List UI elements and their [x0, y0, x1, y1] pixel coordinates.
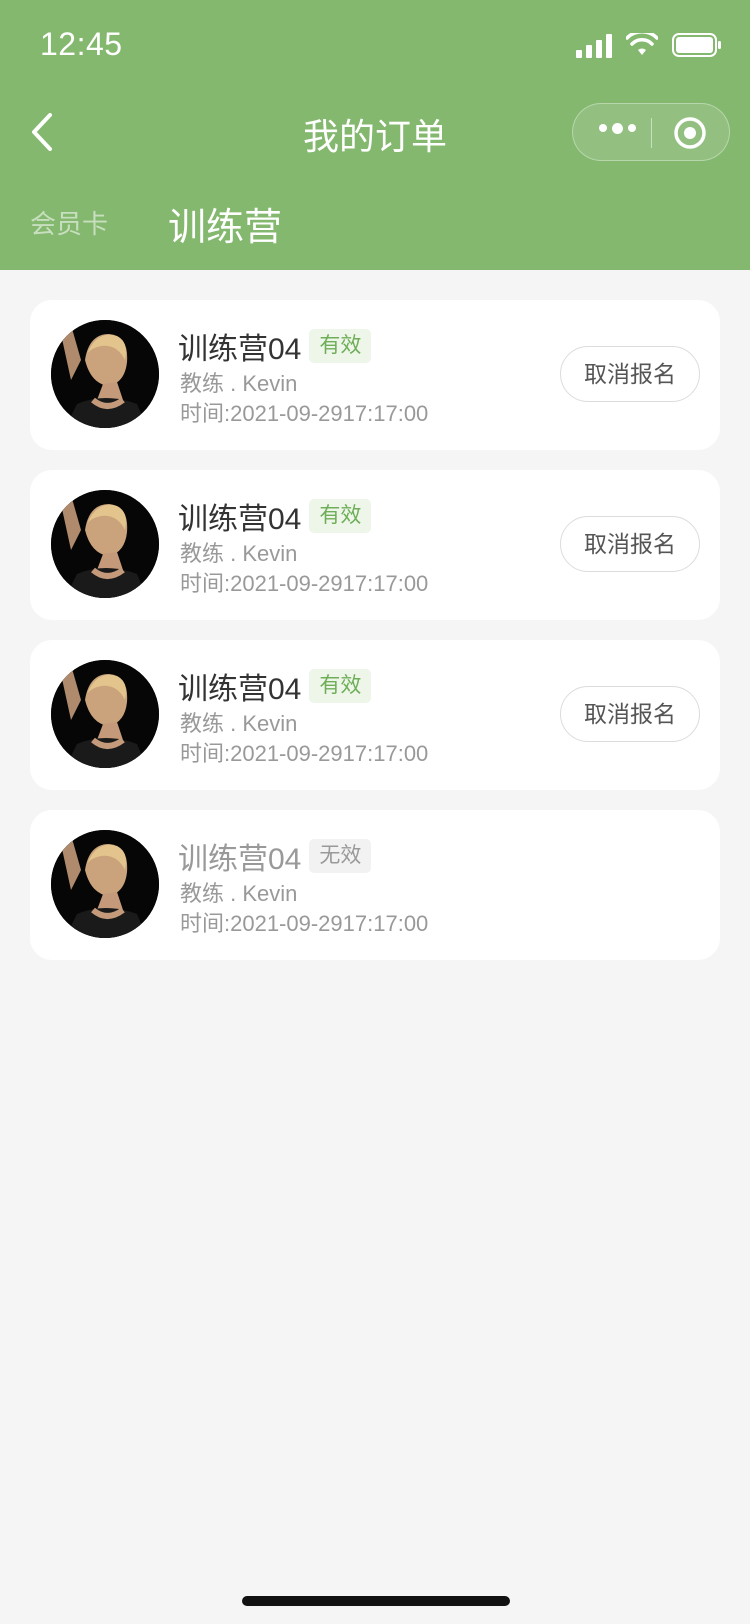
tab-member-card[interactable]: 会员卡: [30, 204, 108, 241]
coach-name: 教练 . Kevin: [180, 541, 298, 566]
tab-training-camp[interactable]: 训练营: [168, 196, 282, 251]
status-badge: 有效: [309, 329, 372, 363]
order-title: 训练营04: [178, 843, 302, 876]
order-title-row: 训练营04 有效: [178, 494, 372, 538]
status-badge: 有效: [309, 669, 372, 703]
order-title-row: 训练营04 有效: [178, 664, 372, 708]
coach-name: 教练 . Kevin: [180, 881, 298, 906]
capsule-divider: [651, 118, 652, 148]
coach-name: 教练 . Kevin: [180, 711, 298, 736]
order-time: 时间:2021-09-2917:17:00: [180, 741, 429, 766]
status-icons: [576, 30, 722, 60]
order-time: 时间:2021-09-2917:17:00: [180, 401, 429, 426]
order-card: 训练营04 有效 教练 . Kevin 时间:2021-09-2917:17:0…: [30, 300, 720, 450]
order-title-row: 训练营04 有效: [178, 324, 372, 368]
more-icon[interactable]: [599, 123, 636, 134]
avatar: [51, 490, 159, 598]
avatar: [51, 830, 159, 938]
order-time: 时间:2021-09-2917:17:00: [180, 911, 429, 936]
order-title: 训练营04: [178, 673, 302, 706]
header: 12:45 我的订单 会员卡 训练营: [0, 0, 750, 270]
home-indicator: [242, 1596, 510, 1606]
cancel-signup-button[interactable]: 取消报名: [560, 346, 700, 402]
order-time: 时间:2021-09-2917:17:00: [180, 571, 429, 596]
order-title-row: 训练营04 无效: [178, 834, 372, 878]
mini-program-capsule: [572, 103, 730, 161]
avatar: [51, 660, 159, 768]
signal-icon: [576, 32, 612, 58]
close-target-icon[interactable]: [673, 116, 707, 150]
battery-icon: [672, 33, 721, 57]
avatar: [51, 320, 159, 428]
wifi-icon: [626, 33, 658, 55]
status-time: 12:45: [40, 26, 123, 62]
cancel-signup-button[interactable]: 取消报名: [560, 686, 700, 742]
status-badge: 无效: [309, 839, 372, 873]
coach-name: 教练 . Kevin: [180, 371, 298, 396]
status-badge: 有效: [309, 499, 372, 533]
order-card: 训练营04 有效 教练 . Kevin 时间:2021-09-2917:17:0…: [30, 640, 720, 790]
order-title: 训练营04: [178, 503, 302, 536]
order-card: 训练营04 有效 教练 . Kevin 时间:2021-09-2917:17:0…: [30, 470, 720, 620]
order-title: 训练营04: [178, 333, 302, 366]
cancel-signup-button[interactable]: 取消报名: [560, 516, 700, 572]
order-card: 训练营04 无效 教练 . Kevin 时间:2021-09-2917:17:0…: [30, 810, 720, 960]
